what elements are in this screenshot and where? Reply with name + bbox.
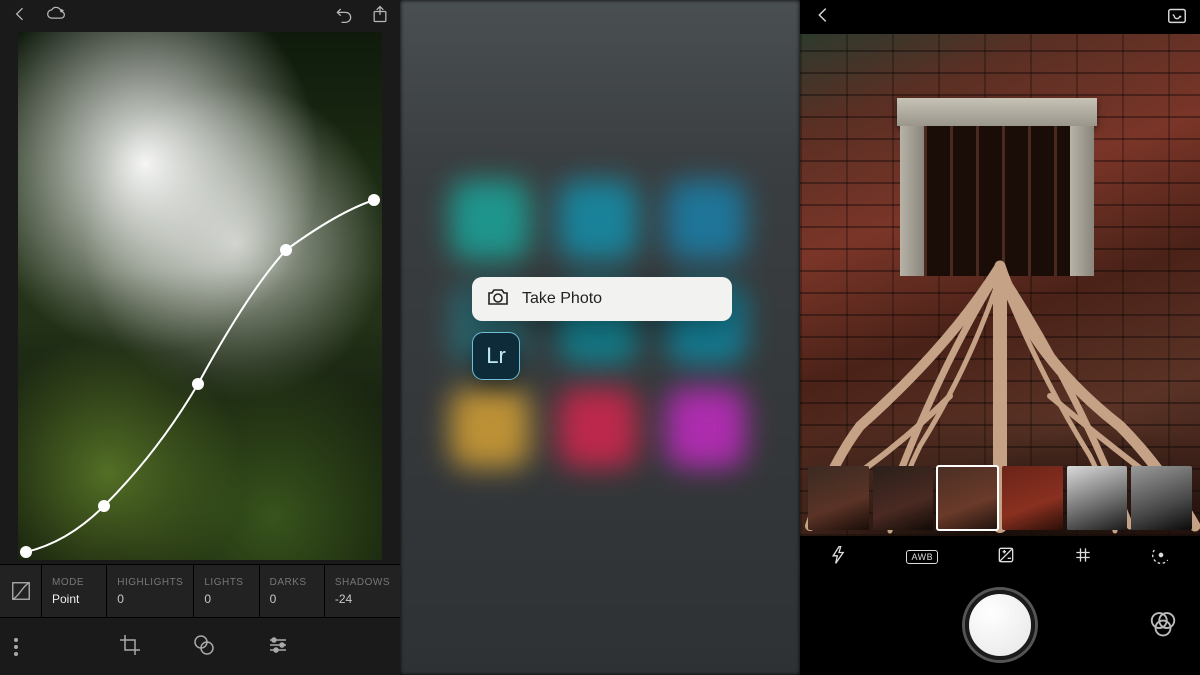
- filter-thumb-5[interactable]: [1067, 466, 1128, 530]
- highlights-value: 0: [117, 592, 183, 606]
- camera-icon: [486, 287, 510, 312]
- filter-thumbnails: [808, 466, 1192, 530]
- camera-panel: AWB: [800, 0, 1200, 675]
- editor-topbar: [0, 0, 400, 32]
- camera-viewfinder[interactable]: [800, 34, 1200, 536]
- curve-mode-icon[interactable]: [0, 565, 42, 617]
- lightroom-badge-text: Lr: [486, 343, 506, 369]
- adjust-icon[interactable]: [266, 633, 290, 662]
- lights-cell[interactable]: LIGHTS 0: [194, 565, 259, 617]
- crop-icon[interactable]: [118, 633, 142, 662]
- camera-controls-row: AWB: [800, 540, 1200, 574]
- shutter-bar: [800, 575, 1200, 675]
- shadows-value: -24: [335, 592, 390, 606]
- filter-thumb-2[interactable]: [873, 466, 934, 530]
- quick-action-panel: Take Photo Lr: [400, 0, 800, 675]
- flash-icon[interactable]: [829, 545, 849, 570]
- share-icon[interactable]: [370, 4, 390, 29]
- shadows-cell[interactable]: SHADOWS -24: [325, 565, 400, 617]
- filter-presets-icon[interactable]: [1148, 608, 1178, 643]
- tone-values-row: MODE Point HIGHLIGHTS 0 LIGHTS 0 DARKS 0…: [0, 564, 400, 618]
- darks-label: DARKS: [270, 577, 314, 588]
- grid-icon[interactable]: [1073, 545, 1093, 570]
- switch-camera-icon[interactable]: [1166, 4, 1188, 31]
- highlights-cell[interactable]: HIGHLIGHTS 0: [107, 565, 194, 617]
- lightroom-app-icon[interactable]: Lr: [472, 332, 520, 380]
- mode-label: MODE: [52, 577, 96, 588]
- filter-thumb-1[interactable]: [808, 466, 869, 530]
- photo-preview[interactable]: [18, 32, 382, 560]
- shadows-label: SHADOWS: [335, 577, 390, 588]
- mode-cell[interactable]: MODE Point: [42, 565, 107, 617]
- back-icon[interactable]: [812, 4, 834, 31]
- take-photo-label: Take Photo: [522, 290, 602, 308]
- filter-thumb-4[interactable]: [1002, 466, 1063, 530]
- lights-value: 0: [204, 592, 248, 606]
- presets-icon[interactable]: [192, 633, 216, 662]
- undo-icon[interactable]: [334, 4, 354, 29]
- cloud-add-icon[interactable]: [46, 4, 66, 29]
- take-photo-action[interactable]: Take Photo: [472, 277, 732, 321]
- more-icon[interactable]: [14, 638, 18, 656]
- highlights-label: HIGHLIGHTS: [117, 577, 183, 588]
- darks-cell[interactable]: DARKS 0: [260, 565, 325, 617]
- editor-bottombar: [0, 619, 400, 675]
- darks-value: 0: [270, 592, 314, 606]
- exposure-icon[interactable]: [996, 545, 1016, 570]
- timer-icon[interactable]: [1151, 545, 1171, 570]
- blurred-home-icons: [450, 180, 750, 468]
- back-icon[interactable]: [10, 4, 30, 29]
- camera-topbar: [800, 0, 1200, 34]
- white-balance-button[interactable]: AWB: [906, 550, 938, 564]
- filter-thumb-3[interactable]: [937, 466, 998, 530]
- mode-value: Point: [52, 592, 96, 606]
- lights-label: LIGHTS: [204, 577, 248, 588]
- editor-panel: MODE Point HIGHLIGHTS 0 LIGHTS 0 DARKS 0…: [0, 0, 400, 675]
- shutter-button[interactable]: [965, 590, 1035, 660]
- tone-curve-overlay[interactable]: [18, 32, 382, 560]
- filter-thumb-6[interactable]: [1131, 466, 1192, 530]
